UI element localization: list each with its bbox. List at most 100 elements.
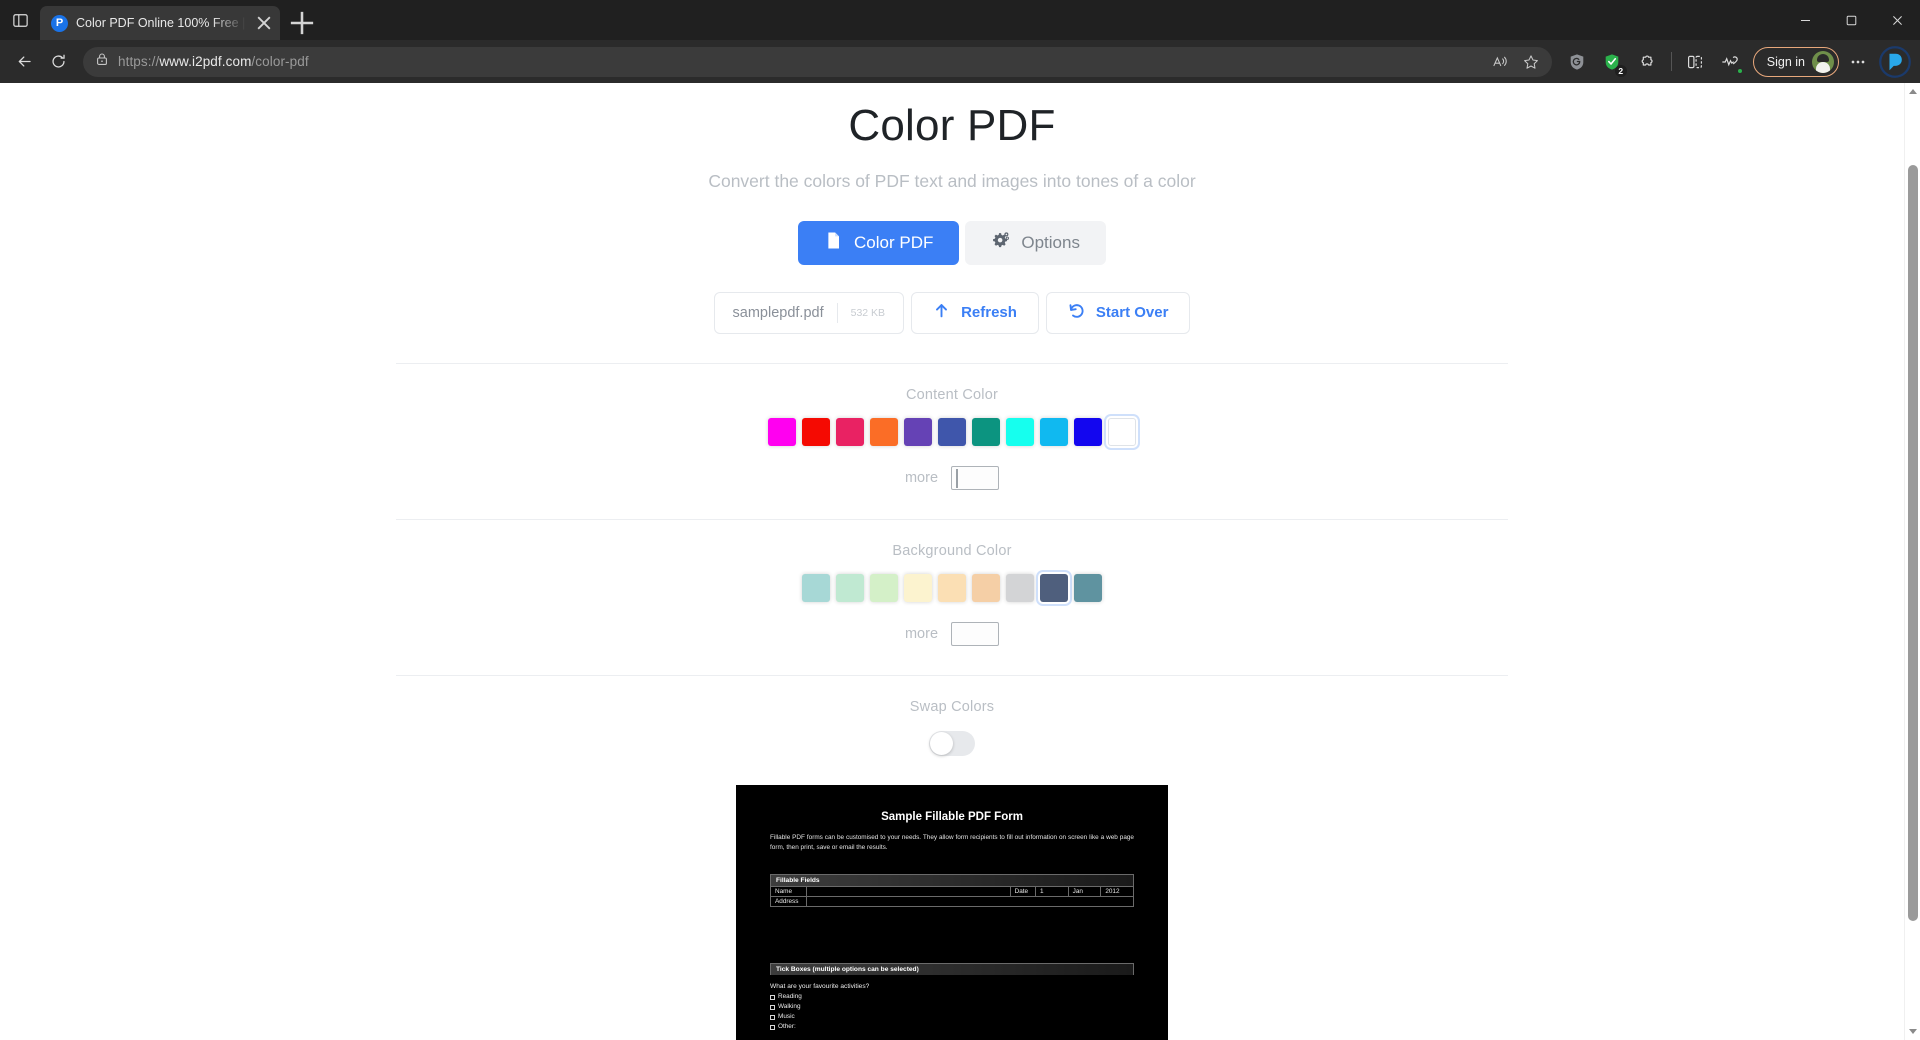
content-color-picker[interactable] <box>951 466 999 490</box>
pdf-row-month[interactable]: Jan <box>1068 887 1101 897</box>
pdf-fillable-fields-table: Name Date 1 Jan 2012 Address <box>770 886 1134 907</box>
star-icon[interactable] <box>1517 49 1546 75</box>
background-color-swatches <box>802 574 1102 602</box>
page-title: Color PDF <box>848 101 1055 152</box>
web-page: Color PDF Convert the colors of PDF text… <box>0 83 1904 1040</box>
background-color-swatch-0[interactable] <box>802 574 830 602</box>
content-color-swatch-9[interactable] <box>1074 418 1102 446</box>
pdf-preview[interactable]: Sample Fillable PDF Form Fillable PDF fo… <box>736 785 1168 1040</box>
background-color-section: Background Color more <box>0 520 1904 646</box>
pdf-checkbox-row[interactable]: Other: <box>770 1022 1134 1032</box>
pdf-section-fillable-fields: Fillable Fields <box>770 874 1134 886</box>
pdf-checkbox-row[interactable]: Music <box>770 1012 1134 1022</box>
content-color-swatch-6[interactable] <box>972 418 1000 446</box>
gears-icon <box>991 231 1010 255</box>
pdf-row-day[interactable]: 1 <box>1036 887 1069 897</box>
tab-favicon: P <box>51 15 68 32</box>
checkbox-icon[interactable] <box>770 1005 775 1010</box>
scrollbar-track[interactable] <box>1905 100 1920 1023</box>
pdf-checkbox-label: Walking <box>778 1002 801 1012</box>
undo-icon <box>1068 302 1085 323</box>
copilot-icon[interactable] <box>1878 46 1912 78</box>
background-color-picker[interactable] <box>951 622 999 646</box>
content-color-swatch-5[interactable] <box>938 418 966 446</box>
extension-shield-green-icon[interactable]: 2 <box>1596 46 1629 78</box>
background-color-more-row: more <box>905 622 999 646</box>
content-color-swatch-7[interactable] <box>1006 418 1034 446</box>
refresh-button[interactable]: Refresh <box>911 292 1039 334</box>
read-aloud-icon[interactable] <box>1486 49 1515 75</box>
profile-avatar[interactable] <box>1812 51 1834 73</box>
checkbox-icon[interactable] <box>770 1015 775 1020</box>
page-subtitle: Convert the colors of PDF text and image… <box>708 171 1195 192</box>
checkbox-icon[interactable] <box>770 995 775 1000</box>
scroll-up-arrow[interactable] <box>1905 83 1920 100</box>
toolbar-divider <box>1671 52 1672 71</box>
background-color-swatch-2[interactable] <box>870 574 898 602</box>
swap-colors-toggle[interactable] <box>929 731 975 756</box>
content-color-swatch-2[interactable] <box>836 418 864 446</box>
background-color-swatch-4[interactable] <box>938 574 966 602</box>
swap-colors-section: Swap Colors <box>0 676 1904 756</box>
scroll-down-arrow[interactable] <box>1905 1023 1920 1040</box>
options-label: Options <box>1021 233 1080 253</box>
pdf-row-label: Name <box>771 887 807 897</box>
close-window-button[interactable] <box>1874 0 1920 40</box>
more-options-icon[interactable] <box>1841 46 1874 78</box>
extensions-puzzle-icon[interactable] <box>1631 46 1664 78</box>
browser-window: P Color PDF Online 100% Free | i2PDF <box>0 0 1920 1040</box>
content-color-swatch-4[interactable] <box>904 418 932 446</box>
pdf-checkbox-row[interactable]: Reading <box>770 992 1134 1002</box>
pdf-question: What are your favourite activities? <box>770 983 1134 990</box>
maximize-button[interactable] <box>1828 0 1874 40</box>
page-viewport: Color PDF Convert the colors of PDF text… <box>0 83 1920 1040</box>
close-icon[interactable] <box>254 13 274 33</box>
browser-tab[interactable]: P Color PDF Online 100% Free | i2PDF <box>40 6 280 40</box>
pdf-row-year[interactable]: 2012 <box>1101 887 1134 897</box>
browser-essentials-icon[interactable] <box>1714 46 1747 78</box>
content-color-swatch-3[interactable] <box>870 418 898 446</box>
split-screen-icon[interactable] <box>1679 46 1712 78</box>
table-row: Address <box>771 897 1134 907</box>
background-color-swatch-1[interactable] <box>836 574 864 602</box>
background-color-swatch-3[interactable] <box>904 574 932 602</box>
pdf-section-tick-boxes: Tick Boxes (multiple options can be sele… <box>770 963 1134 975</box>
checkbox-icon[interactable] <box>770 1025 775 1030</box>
background-color-swatch-7[interactable] <box>1040 574 1068 602</box>
content-color-swatch-1[interactable] <box>802 418 830 446</box>
url-host: www.i2pdf.com <box>159 54 251 69</box>
pdf-row-value[interactable] <box>807 897 1134 907</box>
background-color-swatch-6[interactable] <box>1006 574 1034 602</box>
refresh-icon[interactable] <box>42 46 74 78</box>
start-over-button[interactable]: Start Over <box>1046 292 1191 334</box>
pdf-row-value[interactable] <box>807 887 1010 897</box>
tab-actions-icon[interactable] <box>0 0 40 40</box>
pdf-checkbox-row[interactable]: Walking <box>770 1002 1134 1012</box>
upload-arrow-icon <box>933 302 950 323</box>
options-button[interactable]: Options <box>965 221 1106 265</box>
file-chip-divider <box>837 303 838 323</box>
page-scrollbar[interactable] <box>1904 83 1920 1040</box>
color-pdf-button[interactable]: Color PDF <box>798 221 959 265</box>
content-color-swatch-8[interactable] <box>1040 418 1068 446</box>
color-pdf-label: Color PDF <box>854 233 933 253</box>
shield-tracking-prevention-icon[interactable] <box>1561 46 1594 78</box>
content-color-swatch-10[interactable] <box>1108 418 1136 446</box>
content-color-swatch-0[interactable] <box>768 418 796 446</box>
mode-button-group: Color PDF Options <box>798 221 1106 265</box>
file-action-bar: samplepdf.pdf 532 KB Refresh <box>714 292 1191 334</box>
address-bar[interactable]: https://www.i2pdf.com/color-pdf <box>83 47 1552 77</box>
new-tab-button[interactable] <box>287 8 317 38</box>
page-content: Color PDF Convert the colors of PDF text… <box>0 83 1904 1040</box>
sign-in-label: Sign in <box>1767 55 1805 69</box>
back-arrow-icon[interactable] <box>8 46 40 78</box>
background-color-swatch-8[interactable] <box>1074 574 1102 602</box>
scrollbar-thumb[interactable] <box>1908 165 1918 922</box>
file-name: samplepdf.pdf <box>733 305 824 321</box>
minimize-button[interactable] <box>1782 0 1828 40</box>
file-chip[interactable]: samplepdf.pdf 532 KB <box>714 292 905 334</box>
address-bar-actions <box>1486 49 1546 75</box>
background-color-swatch-5[interactable] <box>972 574 1000 602</box>
refresh-label: Refresh <box>961 304 1017 321</box>
sign-in-button[interactable]: Sign in <box>1753 47 1839 77</box>
